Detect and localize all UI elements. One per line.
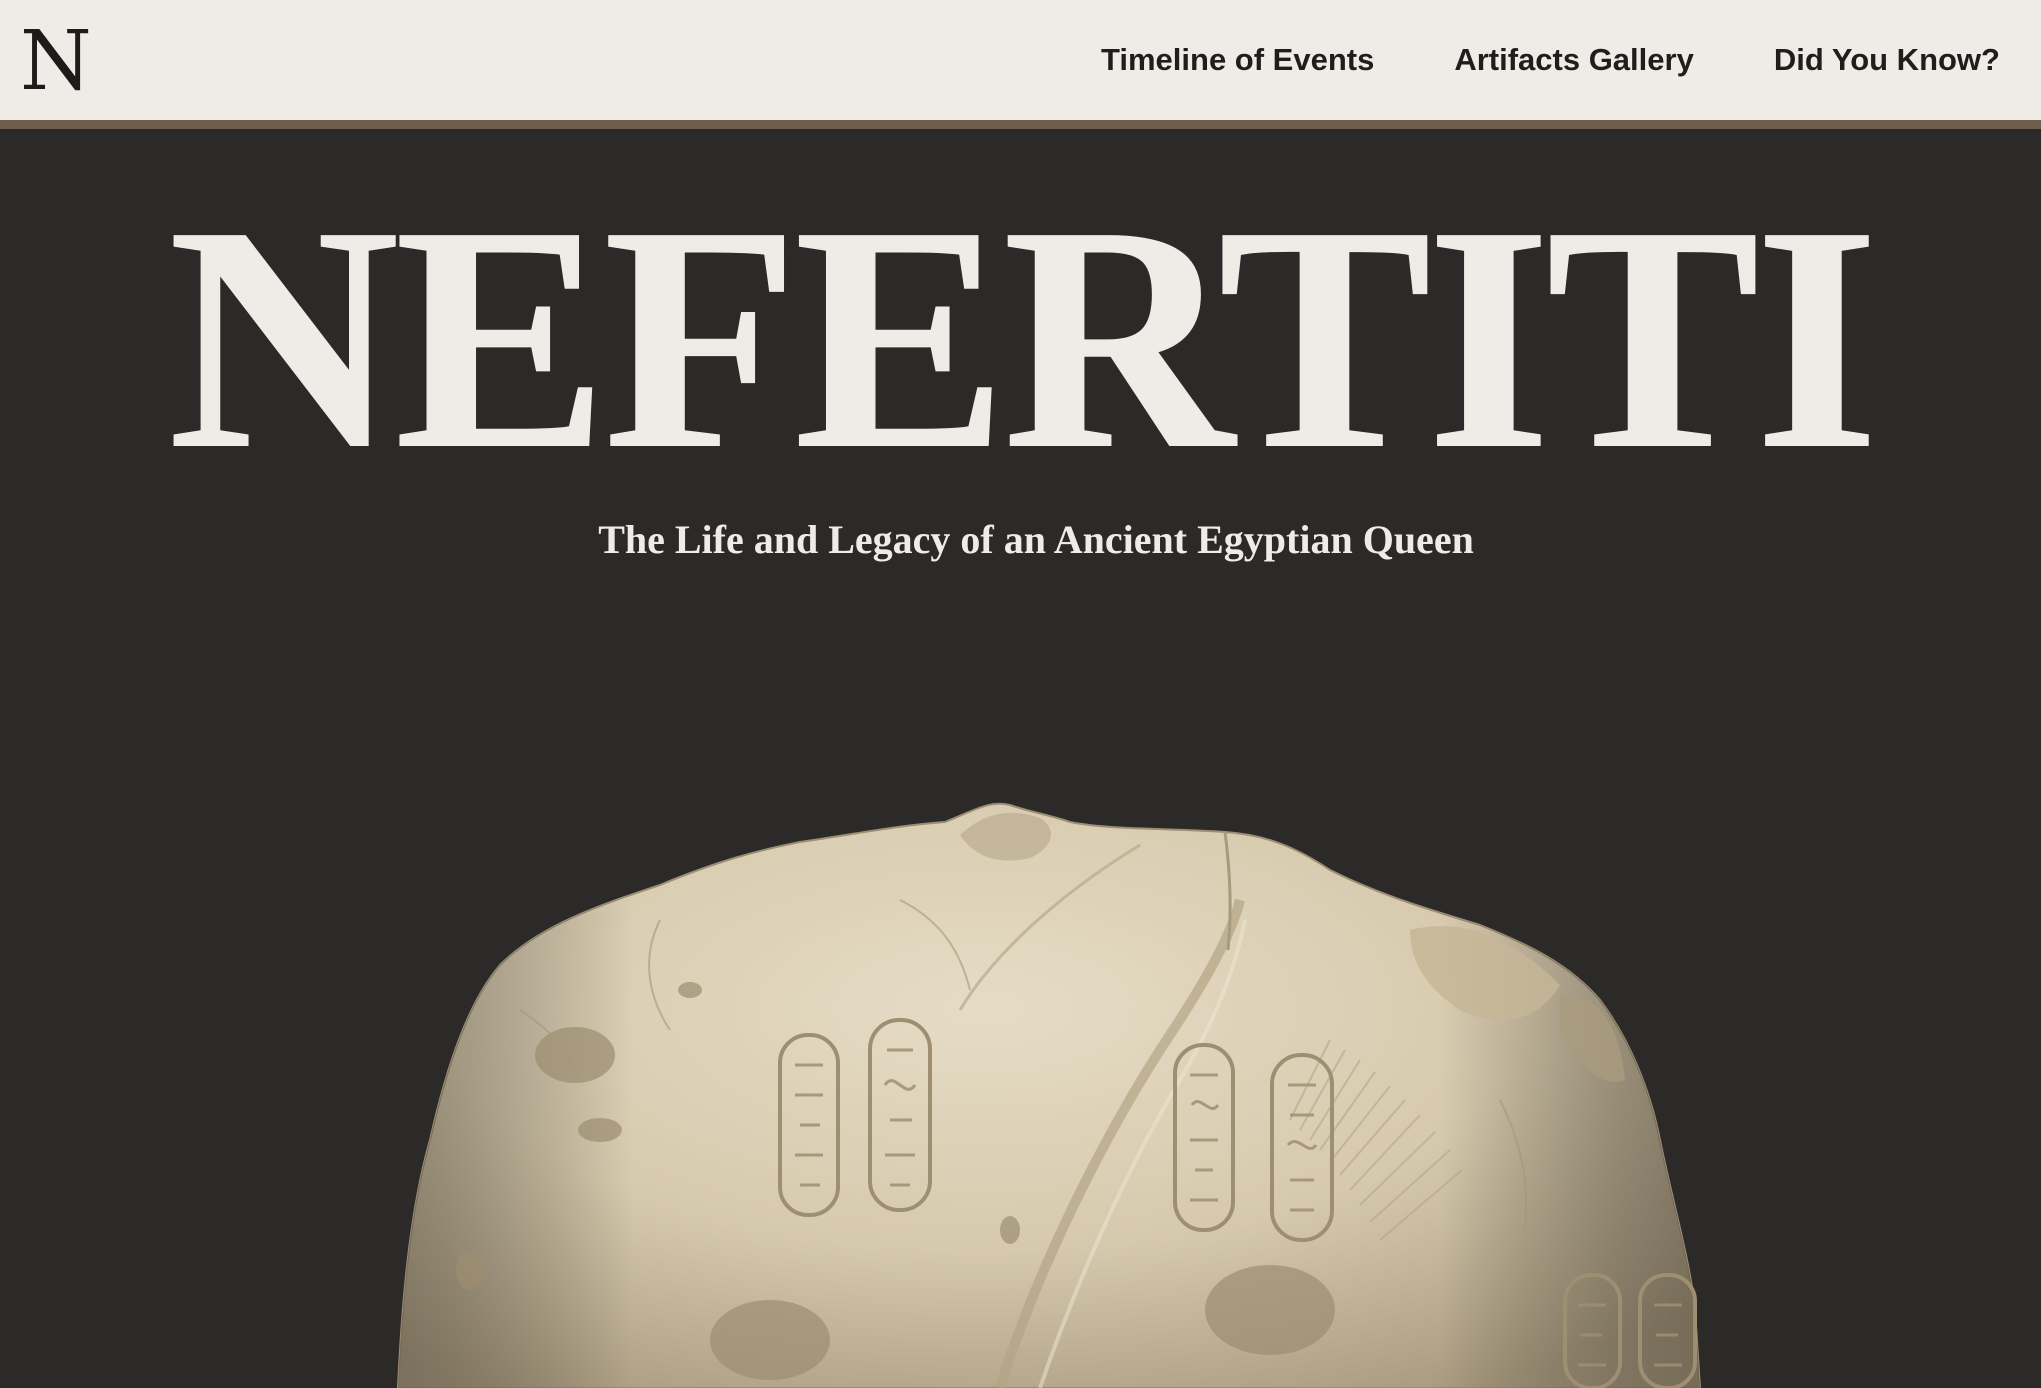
nav-link-did-you-know[interactable]: Did You Know? — [1774, 42, 2000, 78]
nav-link-artifacts[interactable]: Artifacts Gallery — [1454, 42, 1694, 78]
nav-link-timeline[interactable]: Timeline of Events — [1101, 42, 1374, 78]
nav-links: Timeline of Events Artifacts Gallery Did… — [1101, 0, 2000, 120]
hero-subtitle: The Life and Legacy of an Ancient Egypti… — [598, 517, 1474, 562]
site-logo[interactable]: N — [20, 14, 92, 110]
top-navigation-bar: N Timeline of Events Artifacts Gallery D… — [0, 0, 2041, 129]
hero-title: NEFERTITI — [167, 159, 1879, 516]
